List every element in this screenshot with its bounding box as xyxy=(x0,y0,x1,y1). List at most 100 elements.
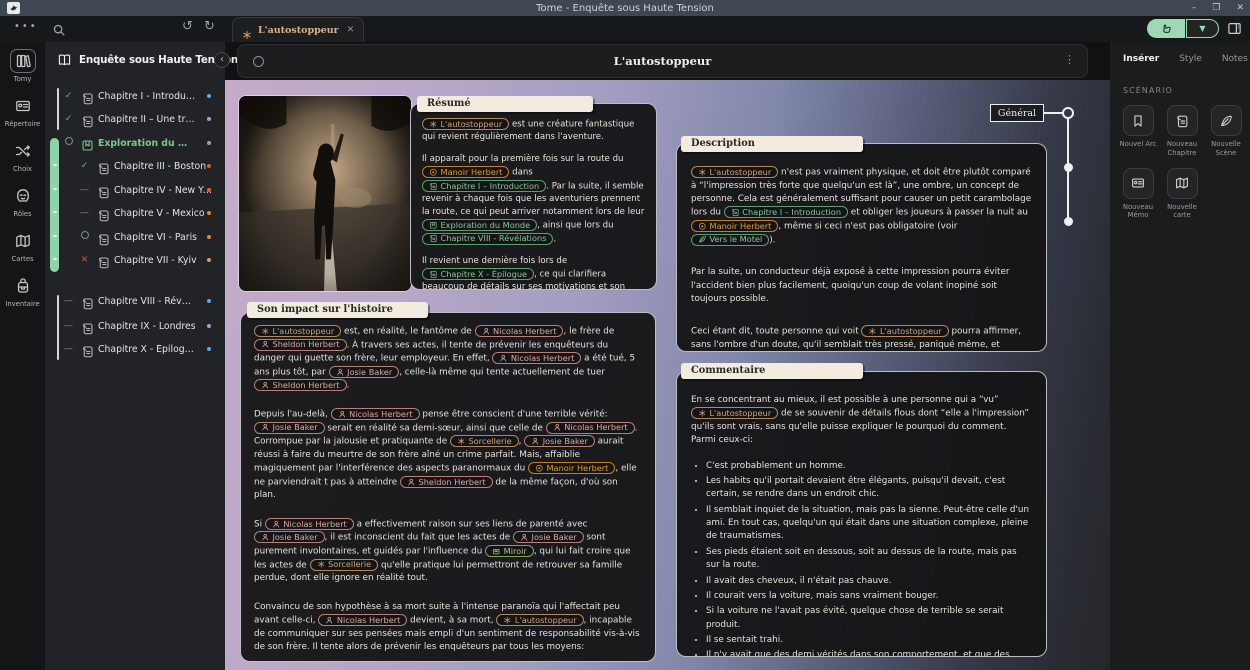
toggle-right-panel-button[interactable] xyxy=(1227,21,1242,36)
panel-tab-style[interactable]: Style xyxy=(1179,54,1202,64)
hand-icon[interactable] xyxy=(1147,19,1185,38)
tree-row-chapter[interactable]: ✓Chapitre I - Introduction xyxy=(45,85,225,107)
tree-row-chapter[interactable]: —Chapitre X - Épilogue xyxy=(45,338,225,360)
character-pill[interactable]: Josie Baker xyxy=(513,531,584,543)
character-pill[interactable]: Josie Baker xyxy=(254,531,325,543)
creature-pill[interactable]: L'autostoppeur xyxy=(254,325,341,337)
insert-buttons-grid: Nouvel ArcNouveau ChapitreNouvelle Scène… xyxy=(1110,95,1250,230)
redo-icon[interactable]: ↻ xyxy=(204,19,215,34)
timeline-node-dot[interactable] xyxy=(1064,217,1073,226)
chapter-pill[interactable]: Chapitre VIII - Révélations xyxy=(422,233,553,245)
scroll-icon xyxy=(1167,105,1198,136)
character-pill[interactable]: Sheldon Herbert xyxy=(254,379,347,391)
creature-pill[interactable]: L'autostoppeur xyxy=(422,118,509,130)
maximize-button[interactable]: ❐ xyxy=(1212,3,1220,13)
chapter-pill[interactable]: Chapitre I – Introduction xyxy=(422,180,546,192)
scroll-icon xyxy=(429,270,438,279)
tab-autostoppeur[interactable]: L'autostoppeur ✕ xyxy=(232,17,364,42)
search-icon[interactable] xyxy=(52,22,66,36)
document-title: L'autostoppeur xyxy=(238,54,1087,68)
color-dot xyxy=(207,347,212,352)
timeline-node-dot[interactable] xyxy=(1064,163,1073,172)
tree-row-chapter[interactable]: ✓Chapitre III - Boston xyxy=(45,155,225,177)
tree-row-chapter[interactable]: Chapitre VI - Paris xyxy=(45,226,225,248)
undo-icon[interactable]: ↺ xyxy=(182,19,193,34)
scroll-icon xyxy=(81,295,94,308)
window-title-bar: Tome - Enquête sous Haute Tension – ❐ ✕ xyxy=(0,0,1250,16)
character-pill[interactable]: Nicolas Herbert xyxy=(546,422,635,434)
rail-item-inventaire[interactable]: Inventaire xyxy=(5,274,39,308)
backpack-icon xyxy=(10,274,36,298)
insert-button[interactable]: Nouveau Mémo xyxy=(1116,168,1160,221)
tree-row-arc[interactable]: Exploration du Monde xyxy=(45,132,225,154)
creature-pill[interactable]: L'autostoppeur xyxy=(496,614,583,626)
person-icon xyxy=(261,423,270,432)
character-pill[interactable]: Sheldon Herbert xyxy=(400,476,493,488)
document-header: L'autostoppeur ⋮ xyxy=(237,44,1088,78)
location-pill[interactable]: Manoir Herbert xyxy=(422,166,509,178)
insert-panel: InsérerStyleNotes SCÉNARIO Nouvel ArcNou… xyxy=(1110,42,1250,670)
character-pill[interactable]: Nicolas Herbert xyxy=(265,518,354,530)
character-pill[interactable]: Nicolas Herbert xyxy=(331,408,420,420)
timeline-node-ring[interactable] xyxy=(1062,107,1074,119)
chapter-pill[interactable]: Chapitre I – Introduction xyxy=(724,206,848,218)
kebab-menu-icon[interactable]: ⋮ xyxy=(1064,53,1075,66)
location-pill[interactable]: Manoir Herbert xyxy=(528,462,615,474)
rail-item-tomy[interactable]: Tomy xyxy=(10,49,36,83)
insert-button[interactable]: Nouveau Chapitre xyxy=(1160,105,1204,158)
character-pill[interactable]: Nicolas Herbert xyxy=(318,614,407,626)
tree-item-label: Chapitre IV - New York xyxy=(114,185,212,196)
bullet-item: C'est probablement un homme. xyxy=(706,460,1032,473)
scene-pill[interactable]: Vers le Motel xyxy=(691,234,769,246)
panel-tab-insérer[interactable]: Insérer xyxy=(1123,54,1159,64)
memo-icon xyxy=(1123,168,1154,199)
panel-tab-notes[interactable]: Notes xyxy=(1222,54,1248,64)
minimize-button[interactable]: – xyxy=(1192,3,1197,13)
character-pill[interactable]: Josie Baker xyxy=(329,366,400,378)
creature-pill[interactable]: Sorcellerie xyxy=(310,559,379,571)
insert-button[interactable]: Nouvelle carte xyxy=(1160,168,1204,221)
insert-button[interactable]: Nouvel Arc xyxy=(1116,105,1160,158)
close-button[interactable]: ✕ xyxy=(1236,3,1244,13)
character-pill[interactable]: Nicolas Herbert xyxy=(492,352,581,364)
rail-item-roles[interactable]: Rôles xyxy=(10,184,36,218)
creature-pill[interactable]: Sorcellerie xyxy=(450,435,519,447)
location-pill[interactable]: Manoir Herbert xyxy=(691,220,778,232)
insert-button[interactable]: Nouvelle Scène xyxy=(1204,105,1248,158)
tree-row-chapter[interactable]: —Chapitre V - Mexico xyxy=(45,202,225,224)
rail-item-repertoire[interactable]: Répertoire xyxy=(5,94,40,128)
chapter-pill[interactable]: Chapitre X - Épilogue xyxy=(422,268,534,280)
asterisk-icon xyxy=(503,616,512,625)
paragraph: En se concentrant au mieux, il est possi… xyxy=(691,394,1032,448)
character-pill[interactable]: Nicolas Herbert xyxy=(475,325,564,337)
color-dot xyxy=(207,117,212,122)
insert-button-label: Nouvel Arc xyxy=(1120,140,1157,149)
creature-pill[interactable]: L'autostoppeur xyxy=(691,407,778,419)
creature-pill[interactable]: L'autostoppeur xyxy=(861,325,948,337)
chevron-down-icon[interactable]: ▼ xyxy=(1186,19,1219,38)
object-pill[interactable]: Miroir xyxy=(485,545,534,557)
character-pill[interactable]: Josie Baker xyxy=(254,422,325,434)
rail-item-cartes[interactable]: Cartes xyxy=(10,229,36,263)
pin-icon xyxy=(429,168,438,177)
rail-item-label: Inventaire xyxy=(5,300,39,308)
color-dot xyxy=(207,235,212,240)
creature-pill[interactable]: L'autostoppeur xyxy=(691,166,778,178)
rail-item-choix[interactable]: Choix xyxy=(10,139,36,173)
arc-pill[interactable]: Exploration du Monde xyxy=(422,219,537,231)
collapse-tree-button[interactable]: ‹ xyxy=(214,52,230,68)
hitchhiker-photo xyxy=(238,95,412,292)
play-session-button[interactable]: ▼ xyxy=(1147,19,1219,38)
tree-row-chapter[interactable]: ✕Chapitre VII - Kyiv xyxy=(45,249,225,271)
general-marker[interactable]: Général xyxy=(990,104,1044,122)
app-icon xyxy=(7,2,20,14)
character-pill[interactable]: Josie Baker xyxy=(524,435,595,447)
overflow-menu-button[interactable]: ••• xyxy=(14,21,38,32)
tree-row-chapter[interactable]: ✓Chapitre II – Une triste aff... xyxy=(45,108,225,130)
tab-close-icon[interactable]: ✕ xyxy=(347,25,355,35)
character-pill[interactable]: Sheldon Herbert xyxy=(254,339,347,351)
panel-tabs: Insérer Style Notes xyxy=(1110,42,1250,64)
tree-row-chapter[interactable]: —Chapitre IV - New York xyxy=(45,179,225,201)
tree-row-chapter[interactable]: —Chapitre IX - Londres xyxy=(45,315,225,337)
tree-row-chapter[interactable]: —Chapitre VIII - Révélations xyxy=(45,290,225,312)
